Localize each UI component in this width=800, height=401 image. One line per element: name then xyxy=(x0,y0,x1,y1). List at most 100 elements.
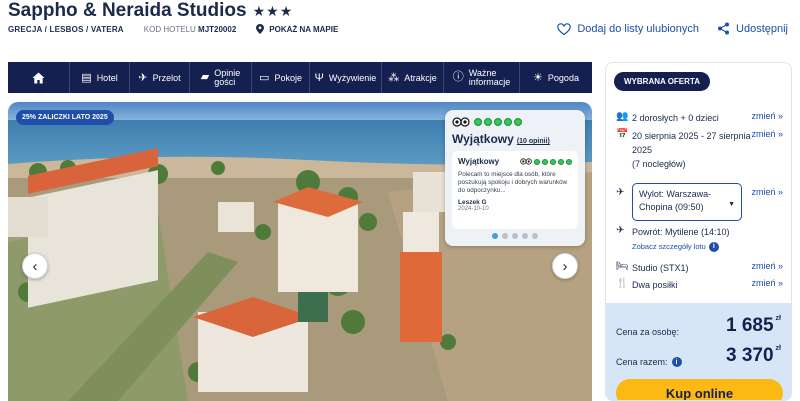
hotel-code-value: MJT20002 xyxy=(198,24,237,34)
show-on-map-link[interactable]: POKAŻ NA MAPIE xyxy=(256,24,338,34)
rating-bubbles xyxy=(474,118,522,126)
price-box: Cena za osobę: 1 685 zł Cena razem: i 3 37… xyxy=(606,303,791,400)
cutlery-icon: Ψ xyxy=(314,71,324,84)
change-board-link[interactable]: zmień » xyxy=(751,278,783,292)
nav-attractions[interactable]: ⁂ Atrakcje xyxy=(382,62,444,93)
nav-reviews-line2: gości xyxy=(214,76,236,87)
opinions-count-link[interactable]: (10 opinii) xyxy=(517,138,550,145)
rating-bubble xyxy=(494,118,502,126)
share-button[interactable]: Udostępnij xyxy=(717,22,788,35)
plane-icon: ✈ xyxy=(138,72,148,84)
sun-icon: ☀ xyxy=(533,72,543,84)
location-breadcrumb: GRECJA / LESBOS / VATERA xyxy=(8,24,124,34)
price-per-person-value: 1 685 xyxy=(726,315,774,336)
selected-offer-panel: WYBRANA OFERTA 👥 2 dorosłych + 0 dzieci … xyxy=(605,62,792,401)
buy-online-button[interactable]: Kup online xyxy=(616,379,783,400)
nav-flight[interactable]: ✈ Przelot xyxy=(130,62,190,93)
total-price-value: 3 370 xyxy=(726,345,774,366)
info-icon: ⓘ xyxy=(452,71,464,83)
flight-details-label: Zobacz szczegóły lotu xyxy=(632,242,706,251)
rating-bubble xyxy=(504,118,512,126)
hotel-name: Sappho & Neraida Studios xyxy=(8,0,247,21)
carousel-dot[interactable] xyxy=(492,233,498,239)
people-icon: 👥 xyxy=(616,111,629,122)
attractions-icon: ⁂ xyxy=(388,72,400,84)
tripadvisor-owl-icon xyxy=(520,158,532,165)
rating-bubble xyxy=(474,118,482,126)
rating-bubble xyxy=(514,118,522,126)
review-card-rating xyxy=(520,158,572,165)
info-icon: i xyxy=(708,242,719,252)
gallery-prev-button[interactable]: ‹ xyxy=(22,253,48,279)
review-header xyxy=(452,117,578,127)
flight-details-link[interactable]: Zobacz szczegóły lotu i xyxy=(632,240,719,254)
nav-weather[interactable]: ☀ Pogoda xyxy=(520,62,592,93)
return-flight-value: Powrót: Mytilene (14:10) xyxy=(632,227,730,237)
nav-board[interactable]: Ψ Wyżywienie xyxy=(310,62,382,93)
nav-reviews[interactable]: ▰ Opinie gości xyxy=(190,62,252,93)
nav-important-info-line2: informacje xyxy=(468,76,511,87)
dates-row: 📅 20 sierpnia 2025 - 27 sierpnia 2025 (7 … xyxy=(616,129,783,171)
share-label: Udostępnij xyxy=(736,22,788,35)
board-row: 🍴 Dwa posiłki zmień » xyxy=(616,278,783,292)
review-text: Polecam to miejsce dla osób, które poszu… xyxy=(458,171,568,194)
chevron-left-icon: ‹ xyxy=(32,257,38,275)
total-price-label: Cena razem: xyxy=(616,357,668,367)
price-per-person-row: Cena za osobę: 1 685 zł xyxy=(616,315,781,337)
gallery-next-button[interactable]: › xyxy=(552,253,578,279)
nav-attractions-label: Atrakcje xyxy=(404,72,437,83)
nav-hotel[interactable]: ▤ Hotel xyxy=(70,62,130,93)
currency-label: zł xyxy=(775,345,781,352)
rating-label: Wyjątkowy xyxy=(452,132,514,146)
cutlery-icon: 🍴 xyxy=(616,278,629,289)
show-on-map-label: POKAŻ NA MAPIE xyxy=(269,24,339,34)
outbound-flight-select[interactable]: Wylot: Warszawa-Chopina (09:50) ▼ xyxy=(632,183,742,221)
nav-reviews-label: Opinie gości xyxy=(214,68,240,87)
nav-flight-label: Przelot xyxy=(152,72,181,83)
hotel-nav-bar: ▤ Hotel ✈ Przelot ▰ Opinie gości ▭ Pokoje… xyxy=(8,62,592,93)
add-to-favorites-button[interactable]: Dodaj do listy ulubionych xyxy=(557,22,699,35)
change-dates-link[interactable]: zmień » xyxy=(751,129,783,171)
plane-landing-icon: ✈ xyxy=(616,225,625,236)
map-pin-icon xyxy=(256,24,265,34)
change-room-link[interactable]: zmień » xyxy=(751,261,783,275)
carousel-dot[interactable] xyxy=(512,233,518,239)
rating-bubble xyxy=(484,118,492,126)
return-flight-row: ✈ Powrót: Mytilene (14:10) Zobacz szczeg… xyxy=(616,225,783,254)
carousel-dot[interactable] xyxy=(522,233,528,239)
top-actions: Dodaj do listy ulubionych Udostępnij xyxy=(557,22,788,35)
hotel-photo-gallery[interactable]: 25% ZALICZKI LATO 2025 ‹ › Wyjątkowy (10 … xyxy=(8,102,592,401)
chevron-right-icon: › xyxy=(562,257,568,275)
change-travelers-link[interactable]: zmień » xyxy=(751,111,783,125)
tripadvisor-review-widget[interactable]: Wyjątkowy (10 opinii) Wyjątkowy Polecam t… xyxy=(445,110,585,246)
share-icon xyxy=(718,22,730,35)
travelers-row: 👥 2 dorosłych + 0 dzieci zmień » xyxy=(616,111,783,125)
travelers-value: 2 dorosłych + 0 dzieci xyxy=(632,113,719,123)
nav-rooms-label: Pokoje xyxy=(274,72,302,83)
caret-down-icon: ▼ xyxy=(728,201,735,208)
nav-board-label: Wyżywienie xyxy=(328,72,377,83)
nav-hotel-label: Hotel xyxy=(96,72,118,83)
review-title: Wyjątkowy xyxy=(458,157,500,166)
bed-icon: 🛏 xyxy=(616,261,629,272)
info-icon[interactable]: i xyxy=(671,357,682,367)
nav-important-info[interactable]: ⓘ Ważne informacje xyxy=(444,62,520,93)
change-flight-link[interactable]: zmień » xyxy=(751,183,783,221)
dates-text: 20 sierpnia 2025 - 27 sierpnia 2025 (7 no… xyxy=(632,129,751,171)
carousel-dot[interactable] xyxy=(532,233,538,239)
review-rating: Wyjątkowy (10 opinii) xyxy=(452,132,578,146)
nav-home[interactable] xyxy=(8,62,70,93)
carousel-dot[interactable] xyxy=(502,233,508,239)
review-author: Leszek G xyxy=(458,199,487,206)
nav-rooms[interactable]: ▭ Pokoje xyxy=(252,62,310,93)
chat-icon: ▰ xyxy=(200,71,210,83)
nights-value: (7 nocległów) xyxy=(632,159,686,169)
add-to-favorites-label: Dodaj do listy ulubionych xyxy=(577,22,700,35)
promo-badge: 25% ZALICZKI LATO 2025 xyxy=(16,110,114,125)
currency-label: zł xyxy=(775,315,781,322)
room-value: Studio (STX1) xyxy=(632,263,689,273)
plane-takeoff-icon: ✈ xyxy=(616,187,625,198)
nav-important-info-label: Ważne informacje xyxy=(468,68,511,87)
hotel-title: Sappho & Neraida Studios ★★★ xyxy=(8,0,293,22)
hotel-code-label: KOD HOTELU xyxy=(143,24,196,34)
